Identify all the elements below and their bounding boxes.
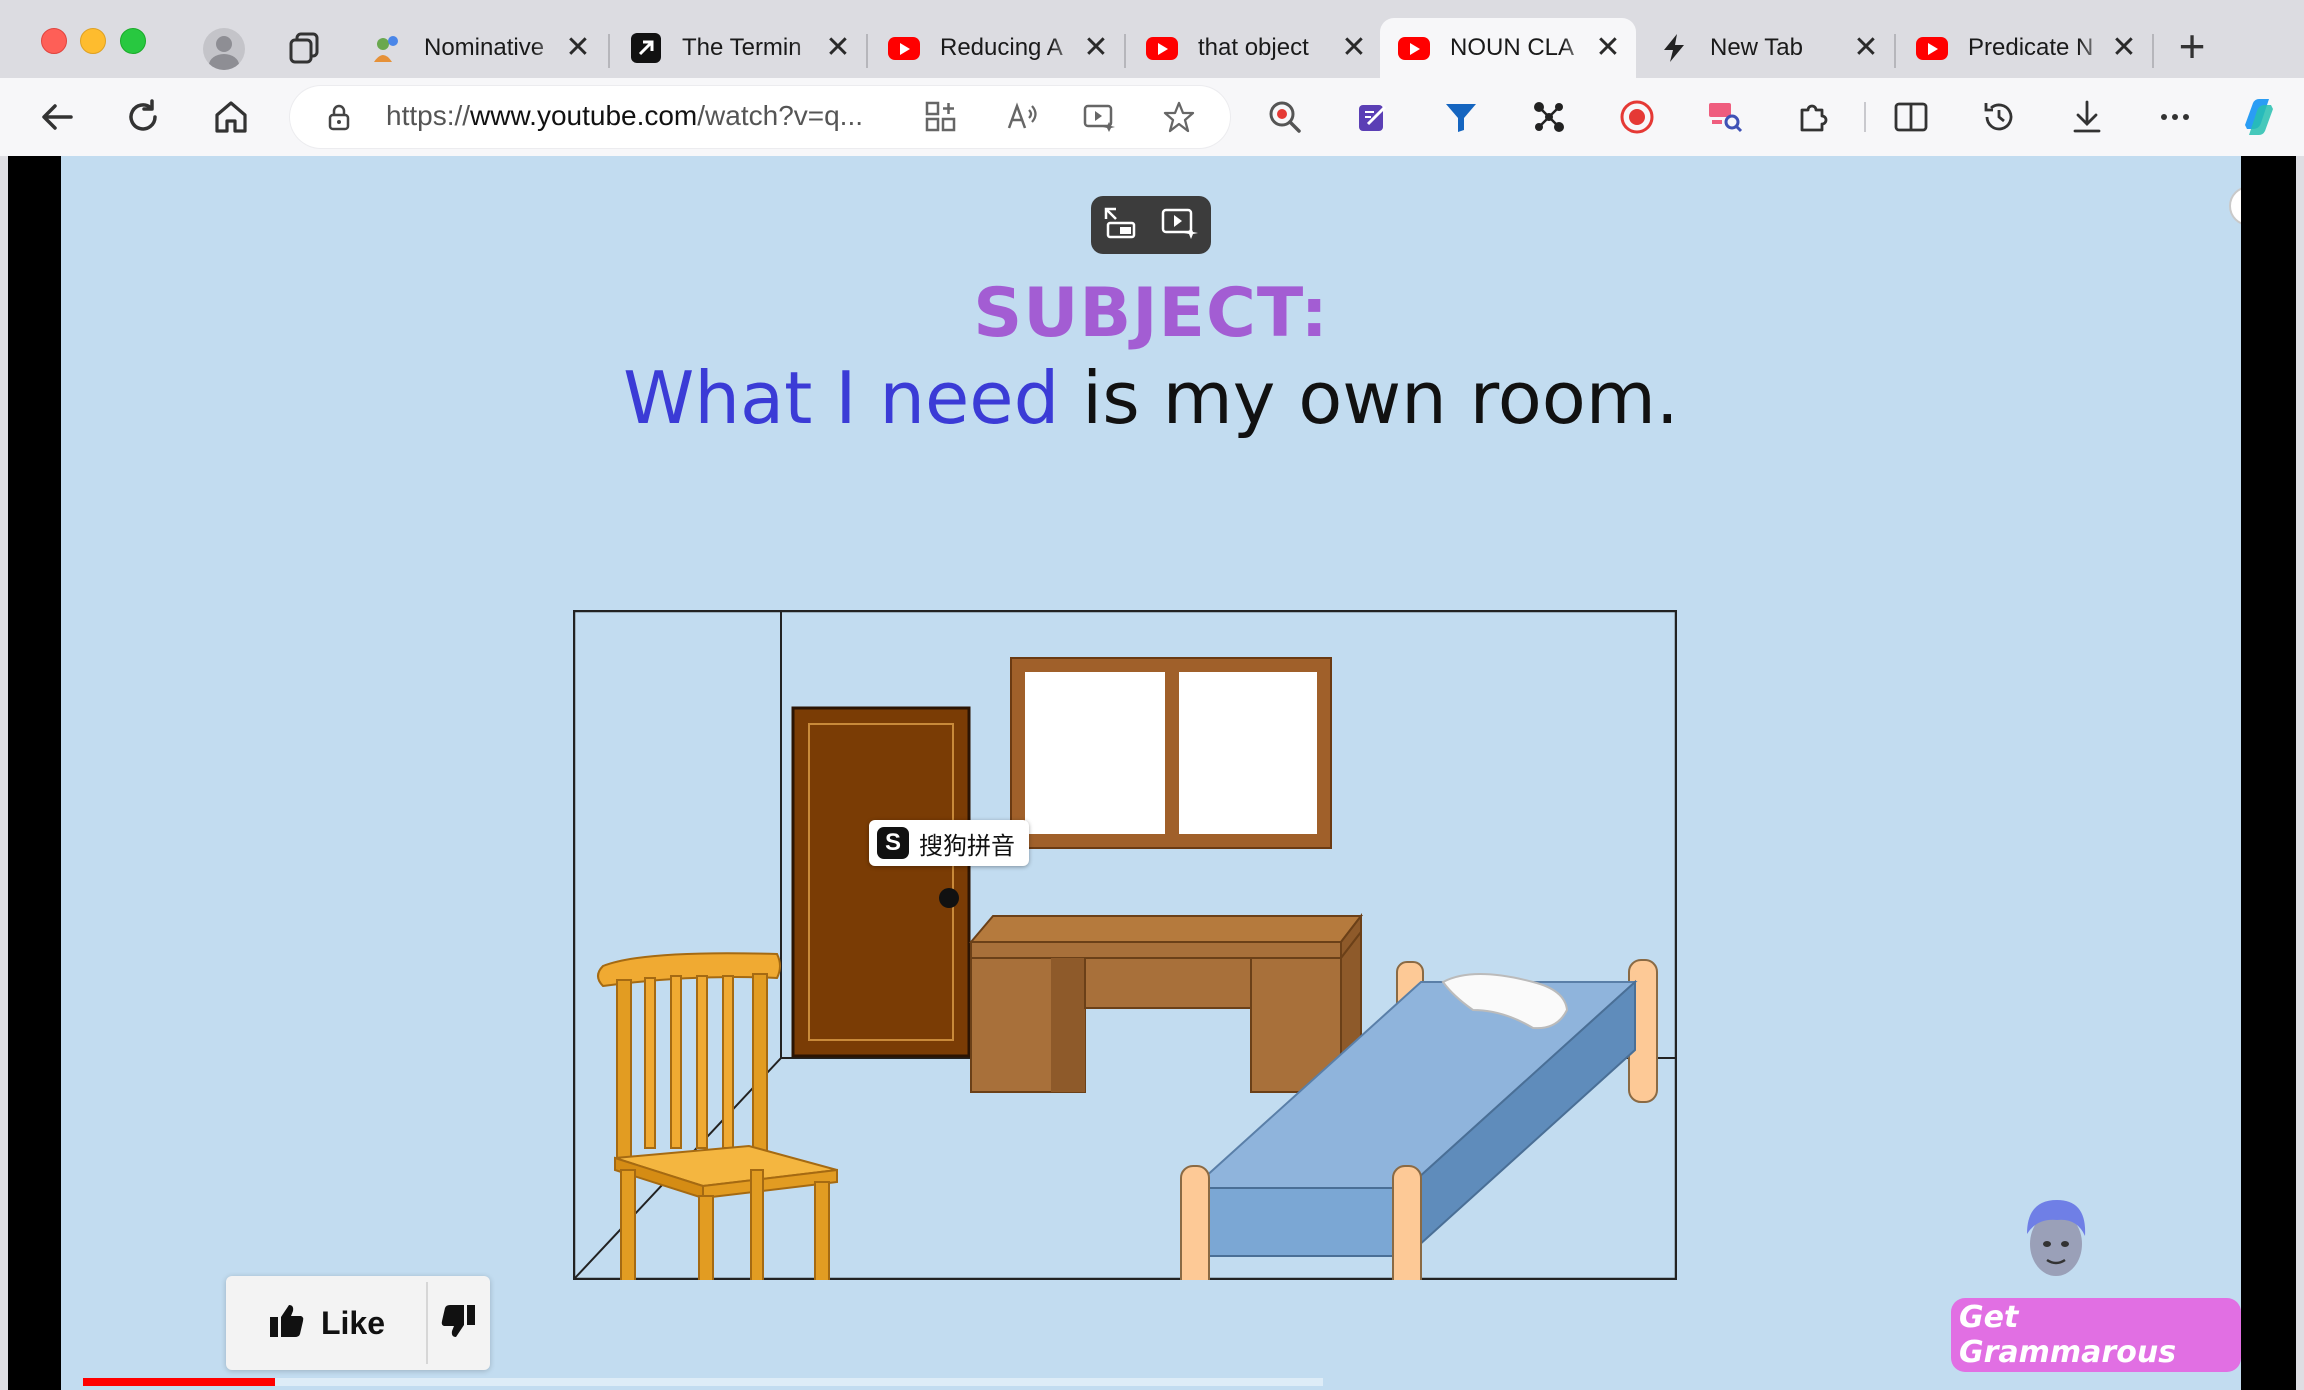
screen-search-extension-icon[interactable] — [1702, 94, 1748, 140]
tab-divider — [2152, 34, 2154, 68]
page-content: i SUBJECT: What I need is my own room. — [8, 156, 2296, 1390]
ime-label: 搜狗拼音 — [919, 832, 1015, 860]
dislike-button[interactable] — [438, 1276, 490, 1370]
download-icon[interactable] — [2064, 94, 2110, 140]
youtube-icon — [1146, 32, 1178, 64]
extensions-puzzle-icon[interactable] — [1790, 94, 1836, 140]
tab-title: The Termin — [682, 34, 802, 61]
tab-strip: Nominative ✕ The Termin ✕ Reducing A ✕ t… — [0, 0, 2304, 78]
info-icon[interactable]: i — [2229, 186, 2241, 226]
video-overlay-controls — [1091, 196, 1211, 254]
like-divider — [426, 1282, 428, 1364]
youtube-icon — [1916, 32, 1948, 64]
url-scheme: https:// — [386, 100, 471, 131]
door — [791, 706, 971, 1058]
tab-divider — [1894, 34, 1896, 68]
tab-close-icon[interactable]: ✕ — [2110, 33, 2138, 63]
history-icon[interactable] — [1976, 94, 2022, 140]
tab-noun-clause[interactable]: NOUN CLA ✕ — [1380, 18, 1636, 78]
tab-title: Reducing A — [940, 34, 1063, 61]
url-domain: www.youtube.com — [470, 100, 698, 131]
sentence-remainder: is my own room. — [1059, 356, 1679, 440]
home-icon[interactable] — [208, 94, 254, 140]
subject-phrase: What I need — [623, 356, 1060, 440]
nodes-extension-icon[interactable] — [1526, 94, 1572, 140]
workspaces-icon[interactable] — [285, 30, 323, 68]
video-ai-icon[interactable] — [1080, 98, 1118, 136]
shield-extension-icon[interactable] — [1438, 94, 1484, 140]
tab-close-icon[interactable]: ✕ — [824, 33, 852, 63]
tab-title: Predicate N — [1968, 34, 2094, 61]
tab-title: NOUN CLA — [1450, 34, 1575, 61]
window — [1010, 657, 1332, 849]
browser-toolbar: https://www.youtube.com/watch?v=q... — [0, 78, 2304, 156]
tab-divider — [608, 34, 610, 68]
url-path: /watch?v=q... — [697, 100, 864, 131]
tab-close-icon[interactable]: ✕ — [1852, 33, 1880, 63]
youtube-icon — [1398, 32, 1430, 64]
like-button[interactable]: Like — [226, 1276, 426, 1370]
tab-close-icon[interactable]: ✕ — [1594, 33, 1622, 63]
new-tab-button[interactable]: + — [2170, 23, 2214, 70]
toolbar-divider — [1864, 102, 1866, 132]
thumbs-down-icon — [438, 1301, 478, 1346]
tab-terminal[interactable]: The Termin ✕ — [612, 18, 866, 78]
app-available-icon[interactable] — [922, 98, 960, 136]
lock-icon[interactable] — [324, 102, 354, 132]
subject-label: SUBJECT: — [973, 274, 1329, 353]
search-extension-icon[interactable] — [1262, 94, 1308, 140]
address-bar[interactable]: https://www.youtube.com/watch?v=q... — [290, 86, 1230, 148]
tab-close-icon[interactable]: ✕ — [564, 33, 592, 63]
copilot-icon[interactable] — [2236, 94, 2282, 140]
channel-brand[interactable]: Get Grammarous — [1951, 1298, 2241, 1372]
tab-close-icon[interactable]: ✕ — [1082, 33, 1110, 63]
tab-divider — [1124, 34, 1126, 68]
favorite-star-icon[interactable] — [1160, 98, 1198, 136]
back-icon[interactable] — [34, 94, 80, 140]
like-dislike-bar: Like — [226, 1276, 490, 1370]
bedroom-illustration — [573, 610, 1677, 1280]
video-ai-icon[interactable] — [1160, 205, 1200, 246]
thumbs-up-icon — [267, 1301, 307, 1346]
people-icon — [372, 32, 404, 64]
refresh-icon[interactable] — [120, 94, 166, 140]
split-screen-icon[interactable] — [1888, 94, 1934, 140]
window-close-button[interactable] — [41, 28, 67, 54]
note-extension-icon[interactable] — [1350, 94, 1396, 140]
tab-nominative[interactable]: Nominative ✕ — [354, 18, 606, 78]
tab-title: New Tab — [1710, 34, 1803, 61]
record-extension-icon[interactable] — [1614, 94, 1660, 140]
arrow-icon — [630, 32, 662, 64]
like-label: Like — [320, 1304, 386, 1341]
ime-indicator: S 搜狗拼音 — [869, 820, 1029, 866]
read-aloud-icon[interactable] — [1004, 98, 1042, 136]
tab-reducing[interactable]: Reducing A ✕ — [870, 18, 1124, 78]
example-sentence: What I need is my own room. — [61, 356, 2241, 440]
tab-title: Nominative — [424, 34, 545, 61]
window-minimize-button[interactable] — [80, 28, 106, 54]
window-maximize-button[interactable] — [120, 28, 146, 54]
bolt-icon — [1658, 32, 1690, 64]
channel-avatar — [2027, 1200, 2086, 1276]
tab-that-object[interactable]: that object ✕ — [1128, 18, 1382, 78]
picture-in-picture-icon[interactable] — [1102, 205, 1138, 246]
progress-fill — [83, 1378, 275, 1386]
profile-avatar-icon[interactable] — [203, 28, 245, 70]
tab-divider — [866, 34, 868, 68]
youtube-icon — [888, 32, 920, 64]
tab-close-icon[interactable]: ✕ — [1340, 33, 1368, 63]
url-text[interactable]: https://www.youtube.com/watch?v=q... — [386, 100, 906, 132]
tab-predicate[interactable]: Predicate N ✕ — [1898, 18, 2152, 78]
sogou-logo-icon: S — [877, 827, 909, 859]
more-options-icon[interactable] — [2152, 94, 2198, 140]
tab-new-tab[interactable]: New Tab ✕ — [1640, 18, 1894, 78]
tab-title: that object — [1198, 34, 1309, 61]
video-player[interactable]: i SUBJECT: What I need is my own room. — [61, 156, 2241, 1390]
